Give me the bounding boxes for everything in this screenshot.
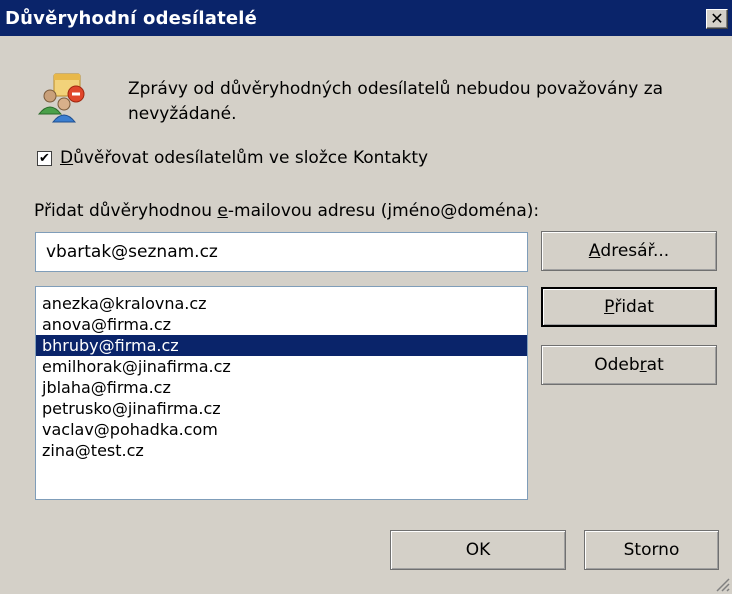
- list-item[interactable]: anova@firma.cz: [36, 314, 527, 335]
- list-item[interactable]: petrusko@jinafirma.cz: [36, 398, 527, 419]
- cancel-button[interactable]: Storno: [584, 530, 719, 570]
- trust-contacts-option[interactable]: ✔ Důvěřovat odesílatelům ve složce Konta…: [37, 148, 428, 168]
- list-item[interactable]: emilhorak@jinafirma.cz: [36, 356, 527, 377]
- trust-contacts-checkbox[interactable]: ✔: [37, 150, 52, 166]
- trust-contacts-label: Důvěřovat odesílatelům ve složce Kontakt…: [60, 148, 429, 168]
- resize-grip-icon[interactable]: [714, 576, 730, 592]
- add-button[interactable]: Přidat: [541, 287, 717, 327]
- email-address-input[interactable]: vbartak@seznam.cz: [35, 232, 528, 272]
- address-book-button[interactable]: Adresář...: [541, 231, 717, 271]
- trusted-senders-icon: [37, 73, 85, 123]
- list-item[interactable]: anezka@kralovna.cz: [36, 293, 527, 314]
- list-item[interactable]: vaclav@pohadka.com: [36, 419, 527, 440]
- add-address-label: Přidat důvěryhodnou e-mailovou adresu (j…: [34, 201, 540, 221]
- close-button[interactable]: ✕: [706, 9, 728, 29]
- title-bar: Důvěryhodní odesílatelé ✕: [0, 0, 732, 36]
- info-message: Zprávy od důvěryhodných odesílatelů nebu…: [128, 79, 664, 124]
- close-icon: ✕: [710, 9, 724, 28]
- trusted-senders-list[interactable]: anezka@kralovna.cz anova@firma.cz bhruby…: [35, 286, 528, 500]
- list-item[interactable]: zina@test.cz: [36, 440, 527, 461]
- list-item[interactable]: jblaha@firma.cz: [36, 377, 527, 398]
- ok-button[interactable]: OK: [390, 530, 566, 570]
- list-item-selected[interactable]: bhruby@firma.cz: [36, 335, 527, 356]
- remove-button[interactable]: Odeb r at: [541, 345, 717, 385]
- checkmark-icon: ✔: [39, 150, 50, 166]
- window-title: Důvěryhodní odesílatelé: [5, 8, 258, 29]
